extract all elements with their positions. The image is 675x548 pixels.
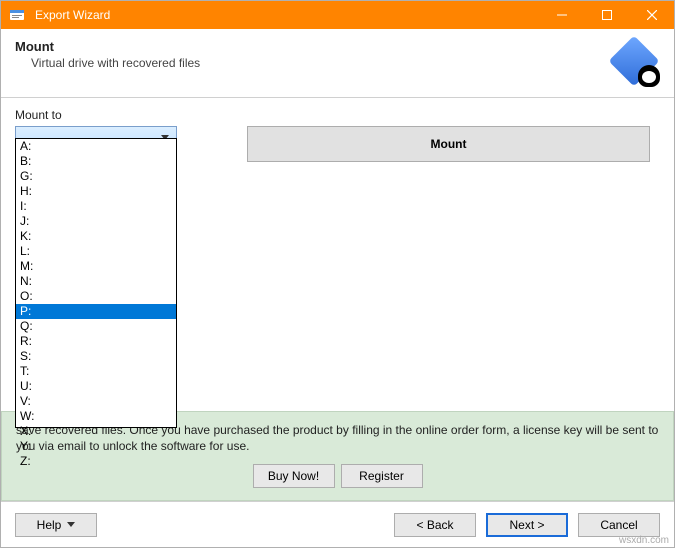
dropdown-option[interactable]: K: bbox=[16, 229, 176, 244]
page-title: Mount bbox=[15, 39, 200, 54]
export-wizard-window: Export Wizard Mount Virtual drive with r… bbox=[0, 0, 675, 548]
dropdown-option[interactable]: R: bbox=[16, 334, 176, 349]
cancel-button[interactable]: Cancel bbox=[578, 513, 660, 537]
wizard-content: Mount to Mount A:B:G:H:I:J:K:L:M:N:O:P:Q… bbox=[1, 98, 674, 501]
window-title: Export Wizard bbox=[33, 8, 539, 22]
chevron-down-icon bbox=[67, 522, 75, 527]
dropdown-option[interactable]: U: bbox=[16, 379, 176, 394]
dropdown-option[interactable]: Z: bbox=[16, 454, 176, 469]
watermark: wsxdn.com bbox=[619, 535, 669, 546]
dropdown-option[interactable]: J: bbox=[16, 214, 176, 229]
dropdown-option[interactable]: X: bbox=[16, 424, 176, 439]
dropdown-option[interactable]: P: bbox=[16, 304, 176, 319]
dropdown-option[interactable]: G: bbox=[16, 169, 176, 184]
mount-button[interactable]: Mount bbox=[247, 126, 650, 162]
close-button[interactable] bbox=[629, 1, 674, 29]
wizard-header: Mount Virtual drive with recovered files bbox=[1, 29, 674, 98]
dropdown-option[interactable]: T: bbox=[16, 364, 176, 379]
help-label: Help bbox=[37, 518, 62, 532]
register-button[interactable]: Register bbox=[341, 464, 423, 488]
dropdown-option[interactable]: L: bbox=[16, 244, 176, 259]
dropdown-option[interactable]: B: bbox=[16, 154, 176, 169]
dropdown-option[interactable]: S: bbox=[16, 349, 176, 364]
dropdown-option[interactable]: A: bbox=[16, 139, 176, 154]
dropdown-option[interactable]: O: bbox=[16, 289, 176, 304]
help-button[interactable]: Help bbox=[15, 513, 97, 537]
back-button[interactable]: < Back bbox=[394, 513, 476, 537]
dropdown-option[interactable]: I: bbox=[16, 199, 176, 214]
maximize-button[interactable] bbox=[584, 1, 629, 29]
dropdown-option[interactable]: N: bbox=[16, 274, 176, 289]
mount-to-label: Mount to bbox=[15, 108, 660, 122]
dropdown-option[interactable]: H: bbox=[16, 184, 176, 199]
app-icon bbox=[7, 5, 27, 25]
dropdown-option[interactable]: V: bbox=[16, 394, 176, 409]
minimize-button[interactable] bbox=[539, 1, 584, 29]
wizard-footer: Help < Back Next > Cancel bbox=[1, 501, 674, 547]
dropdown-option[interactable]: W: bbox=[16, 409, 176, 424]
dropdown-option[interactable]: M: bbox=[16, 259, 176, 274]
window-controls bbox=[539, 1, 674, 29]
next-button[interactable]: Next > bbox=[486, 513, 568, 537]
buy-now-button[interactable]: Buy Now! bbox=[253, 464, 335, 488]
wizard-artwork bbox=[610, 39, 660, 87]
dropdown-option[interactable]: Q: bbox=[16, 319, 176, 334]
dropdown-option[interactable]: Y: bbox=[16, 439, 176, 454]
mount-to-dropdown[interactable]: A:B:G:H:I:J:K:L:M:N:O:P:Q:R:S:T:U:V:W:X:… bbox=[15, 138, 177, 428]
page-subtitle: Virtual drive with recovered files bbox=[15, 56, 200, 70]
titlebar: Export Wizard bbox=[1, 1, 674, 29]
